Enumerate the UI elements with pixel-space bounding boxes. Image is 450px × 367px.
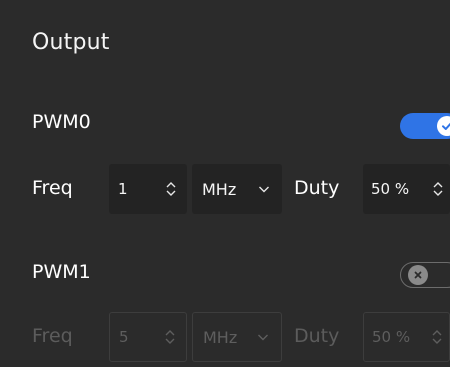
pwm0-freq-label: Freq bbox=[32, 177, 73, 199]
pwm0-toggle[interactable] bbox=[400, 113, 450, 139]
pwm0-duty-stepper[interactable]: 50 % bbox=[363, 164, 450, 214]
pwm1-duty-value: 50 % bbox=[372, 328, 411, 346]
pwm1-label: PWM1 bbox=[32, 261, 91, 283]
toggle-knob bbox=[408, 264, 428, 285]
pwm1-toggle[interactable] bbox=[400, 262, 450, 288]
up-down-chevron-icon[interactable] bbox=[164, 329, 176, 345]
pwm1-unit-value: MHz bbox=[203, 327, 238, 347]
check-icon bbox=[442, 122, 450, 130]
chevron-down-icon bbox=[257, 333, 269, 341]
pwm0-duty-value: 50 % bbox=[371, 180, 410, 198]
pwm0-unit-value: MHz bbox=[202, 179, 237, 199]
pwm0-label: PWM0 bbox=[32, 111, 91, 133]
pwm0-duty-label: Duty bbox=[294, 177, 340, 199]
output-panel: Output PWM0 Freq 1 MHz Duty 50 % PWM1 Fr… bbox=[14, 10, 450, 367]
pwm1-duty-label: Duty bbox=[294, 325, 340, 347]
pwm0-freq-stepper[interactable]: 1 bbox=[109, 164, 187, 214]
toggle-knob bbox=[437, 116, 450, 136]
x-icon bbox=[414, 271, 422, 278]
up-down-chevron-icon[interactable] bbox=[165, 181, 177, 197]
pwm0-unit-select[interactable]: MHz bbox=[192, 164, 282, 214]
pwm1-freq-stepper[interactable]: 5 bbox=[109, 312, 187, 362]
pwm1-unit-select[interactable]: MHz bbox=[192, 312, 282, 362]
up-down-chevron-icon[interactable] bbox=[432, 181, 444, 197]
up-down-chevron-icon[interactable] bbox=[431, 329, 443, 345]
pwm1-freq-label: Freq bbox=[32, 325, 73, 347]
pwm1-duty-stepper[interactable]: 50 % bbox=[363, 312, 450, 362]
panel-title: Output bbox=[32, 30, 110, 55]
chevron-down-icon bbox=[258, 185, 270, 193]
pwm0-freq-value: 1 bbox=[118, 180, 128, 198]
pwm1-freq-value: 5 bbox=[119, 328, 129, 346]
